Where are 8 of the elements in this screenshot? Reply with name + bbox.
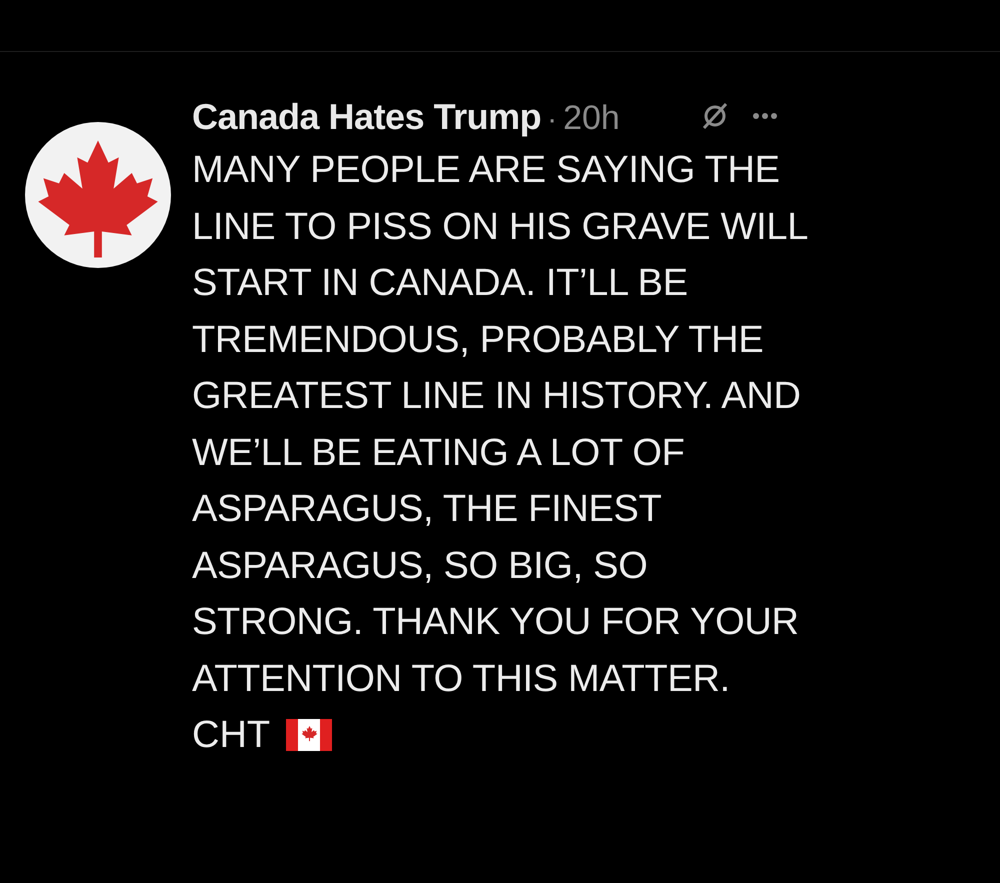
- flag-icon: [286, 719, 332, 751]
- more-icon[interactable]: [752, 112, 778, 120]
- signature: CHT: [192, 712, 270, 758]
- avatar[interactable]: [25, 122, 171, 268]
- separator-dot: ·: [547, 102, 558, 138]
- post-time: 20h: [563, 98, 620, 139]
- post-text: MANY PEOPLE ARE SAYING THE LINE TO PISS ON HIS GRAVE WILL START IN CANADA. IT’LL BE TREMENDOUS, PROBABLY THE GREATEST LINE IN HISTORY. AND WE’LL BE EATING A LOT OF ASPARAGUS, THE FINEST ASPARAGUS, SO BIG, SO STRONG. THANK YOU FOR YOUR ATTENTION TO THIS MATTER.: [192, 148, 808, 702]
- author-name[interactable]: Canada Hates Trump: [192, 90, 542, 144]
